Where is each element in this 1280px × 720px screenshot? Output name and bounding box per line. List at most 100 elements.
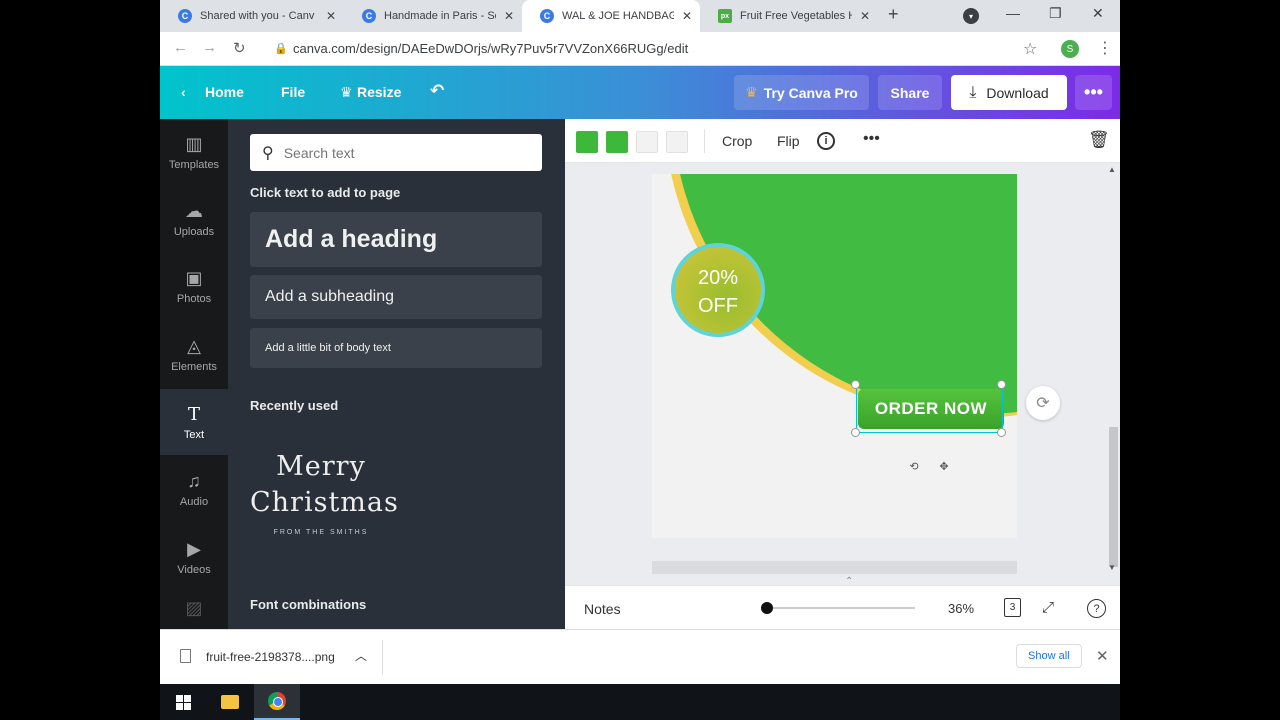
resize-handle[interactable]: [997, 380, 1006, 389]
tab-label: Shared with you - Canv: [200, 10, 315, 22]
info-icon[interactable]: i: [817, 132, 835, 150]
flip-button[interactable]: Flip: [777, 133, 800, 149]
tab-close-icon[interactable]: ✕: [860, 9, 870, 23]
canva-header: ‹ Home File ♛ Resize ↶ ♛ Try Canva Pro S…: [160, 66, 1120, 119]
show-all-button[interactable]: Show all: [1016, 644, 1082, 668]
trash-icon[interactable]: 🗑: [1088, 130, 1110, 150]
page-count-button[interactable]: 3: [1004, 598, 1021, 617]
add-heading-button[interactable]: Add a heading: [250, 212, 542, 267]
sidebar-item-videos[interactable]: ▶ Videos: [160, 524, 228, 590]
browser-menu-icon[interactable]: ⋮: [1097, 38, 1113, 58]
forward-arrow-icon[interactable]: →: [202, 39, 217, 56]
close-icon[interactable]: ✕: [1096, 647, 1109, 665]
try-canva-pro-label: Try Canva Pro: [763, 84, 858, 101]
sidebar-item-audio[interactable]: ♫ Audio: [160, 456, 228, 522]
bookmark-star-icon[interactable]: ☆: [1023, 39, 1037, 59]
sidebar-item-text[interactable]: T Text: [160, 389, 228, 455]
tab-search-icon[interactable]: ▾: [963, 8, 979, 24]
folder-icon: [221, 695, 239, 709]
sidebar-item-label: Audio: [179, 495, 209, 508]
sidebar-item-photos[interactable]: ▣ Photos: [160, 253, 228, 319]
color-swatch[interactable]: [606, 131, 628, 153]
sidebar-item-more[interactable]: ▨: [160, 591, 228, 629]
comment-icon[interactable]: ⟳: [1026, 386, 1060, 420]
rotate-icon[interactable]: ⟲: [907, 459, 921, 473]
discount-badge[interactable]: 20% OFF: [671, 243, 765, 337]
browser-window: C Shared with you - Canv ✕ C Handmade in…: [160, 0, 1120, 684]
tab-label: Fruit Free Vegetables H: [740, 10, 852, 22]
download-button[interactable]: ⤓ Download: [951, 75, 1067, 110]
help-icon[interactable]: ?: [1087, 599, 1106, 618]
resize-menu[interactable]: Resize: [357, 84, 401, 100]
chevron-up-icon[interactable]: ︿: [355, 647, 367, 664]
start-button[interactable]: [160, 684, 206, 720]
back-arrow-icon[interactable]: ←: [173, 39, 188, 56]
color-swatch[interactable]: [666, 131, 688, 153]
undo-icon[interactable]: ↶: [430, 81, 444, 101]
move-icon[interactable]: ✥: [937, 459, 951, 473]
restore-icon[interactable]: ❐: [1049, 5, 1062, 22]
vertical-scrollbar[interactable]: ▲ ▼: [1106, 165, 1120, 575]
tab-close-icon[interactable]: ✕: [682, 9, 692, 23]
tab-shared-with-you[interactable]: C Shared with you - Canv ✕: [160, 0, 344, 32]
add-body-text-button[interactable]: Add a little bit of body text: [250, 328, 542, 368]
zoom-slider[interactable]: [761, 602, 915, 614]
add-subheading-button[interactable]: Add a subheading: [250, 275, 542, 319]
profile-avatar[interactable]: S: [1061, 40, 1079, 58]
scroll-up-icon[interactable]: ▲: [1108, 165, 1116, 174]
url-field[interactable]: canva.com/design/DAEeDwDOrjs/wRy7Puv5r7V…: [293, 41, 688, 56]
next-page-preview[interactable]: [652, 561, 1017, 574]
zoom-slider-knob[interactable]: [761, 602, 773, 614]
try-canva-pro-button[interactable]: ♛ Try Canva Pro: [734, 75, 869, 110]
home-link[interactable]: Home: [205, 84, 244, 100]
fullscreen-icon[interactable]: ⤢: [1042, 599, 1054, 616]
sidebar-item-templates[interactable]: ▥ Templates: [160, 119, 228, 185]
text-search-box[interactable]: ⚲: [250, 134, 542, 171]
tab-handmade-in-paris[interactable]: C Handmade in Paris - So ✕: [344, 0, 522, 32]
text-icon: T: [187, 403, 200, 425]
chrome-icon: [268, 692, 286, 710]
more-icon[interactable]: •••: [863, 130, 880, 148]
tab-strip: C Shared with you - Canv ✕ C Handmade in…: [160, 0, 1120, 32]
zoom-level[interactable]: 36%: [948, 601, 974, 616]
resize-handle[interactable]: [851, 380, 860, 389]
text-panel: ⚲ Click text to add to page Add a headin…: [228, 119, 565, 629]
color-swatch[interactable]: [636, 131, 658, 153]
tab-wal-joe-handbag[interactable]: C WAL & JOE HANDBAG ✕: [522, 0, 700, 32]
design-page[interactable]: 20% OFF ORDER NOW: [652, 174, 1017, 538]
crop-button[interactable]: Crop: [722, 133, 752, 149]
file-menu[interactable]: File: [281, 84, 305, 100]
search-icon: ⚲: [262, 144, 274, 162]
new-tab-button[interactable]: +: [888, 4, 899, 25]
lock-icon: 🔒: [274, 43, 288, 55]
sidebar-item-label: Photos: [176, 292, 212, 305]
download-icon: ⤓: [969, 83, 977, 101]
recent-text-item[interactable]: Merry Christmas FROM THE SMITHS: [250, 449, 398, 536]
reload-icon[interactable]: ↻: [233, 39, 246, 57]
sidebar-item-uploads[interactable]: ☁ Uploads: [160, 186, 228, 252]
editor-toolbar: Crop Flip i ••• 🗑: [565, 119, 1120, 163]
search-input[interactable]: [283, 144, 524, 161]
scroll-down-icon[interactable]: ▼: [1108, 563, 1116, 572]
photo-icon: ▣: [185, 267, 203, 288]
file-explorer-button[interactable]: [207, 684, 253, 720]
home-chevron-icon[interactable]: ‹: [181, 84, 186, 100]
toolbar-divider: [704, 129, 705, 153]
download-file-name[interactable]: fruit-free-2198378....png: [206, 650, 335, 664]
window-close-icon[interactable]: ✕: [1092, 5, 1104, 22]
resize-handle[interactable]: [851, 428, 860, 437]
share-button[interactable]: Share: [878, 75, 942, 110]
tab-fruit-free-vegetables[interactable]: px Fruit Free Vegetables H ✕: [700, 0, 878, 32]
chrome-taskbar-button[interactable]: [254, 684, 300, 720]
upload-cloud-icon: ☁: [185, 200, 203, 221]
minimize-icon[interactable]: —: [1006, 5, 1020, 21]
sidebar-item-elements[interactable]: ◬ Elements: [160, 321, 228, 387]
color-swatch[interactable]: [576, 131, 598, 153]
resize-handle[interactable]: [997, 428, 1006, 437]
notes-button[interactable]: Notes: [584, 601, 621, 617]
tab-close-icon[interactable]: ✕: [326, 9, 336, 23]
crown-icon: ♛: [745, 84, 758, 100]
more-options-button[interactable]: •••: [1075, 75, 1112, 110]
scrollbar-thumb[interactable]: [1109, 427, 1118, 567]
tab-close-icon[interactable]: ✕: [504, 9, 514, 23]
